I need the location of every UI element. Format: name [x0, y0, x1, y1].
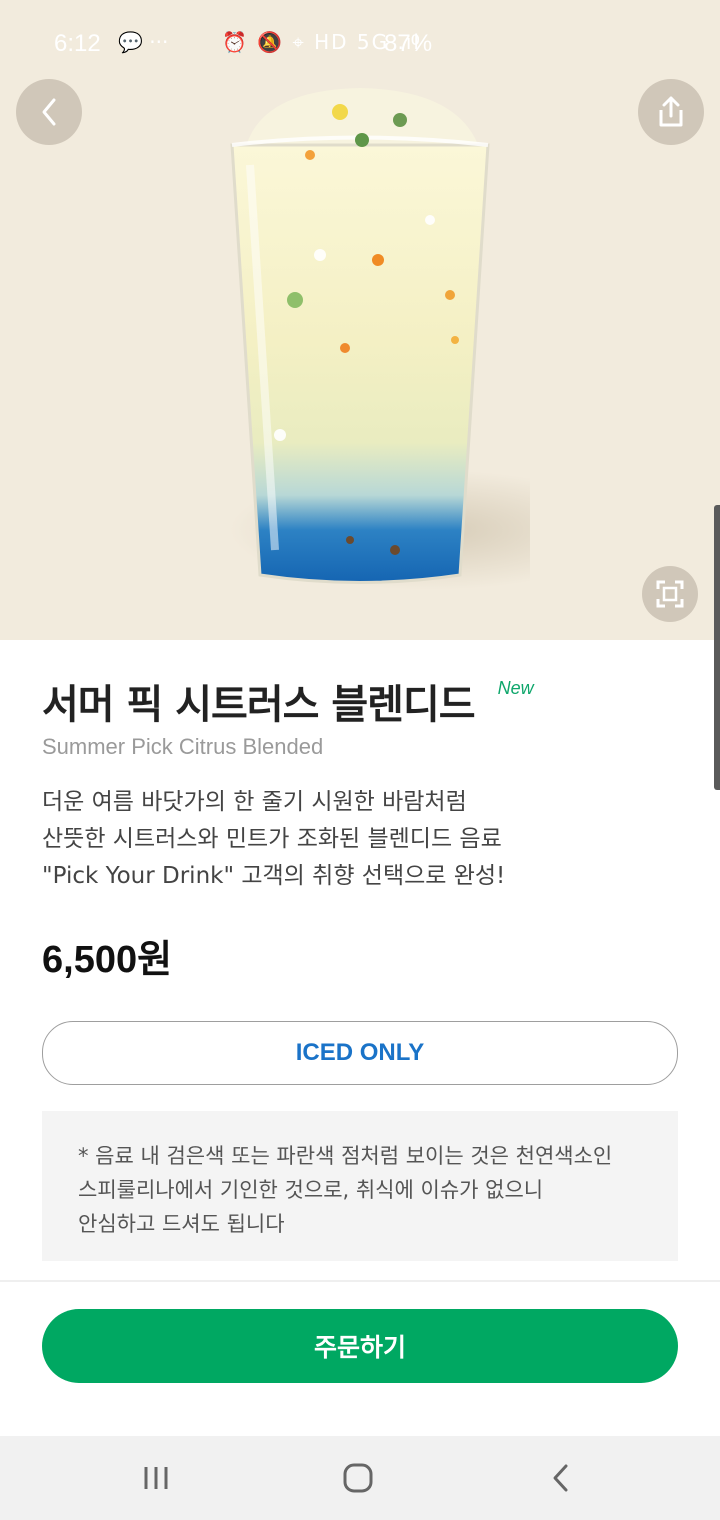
status-time: 6:12 — [54, 30, 101, 57]
product-description: 더운 여름 바닷가의 한 줄기 시원한 바람처럼 산뜻한 시트러스와 민트가 조… — [42, 784, 682, 895]
notice-line: 안심하고 드셔도 됩니다 — [78, 1212, 285, 1236]
product-title-row: 서머 픽 시트러스 블렌디드 New — [42, 672, 682, 730]
notification-icons: 💬 ··· — [118, 30, 169, 54]
recent-apps-icon — [144, 1467, 168, 1489]
home-icon — [343, 1463, 373, 1493]
drink-image — [230, 88, 530, 590]
share-icon — [659, 96, 683, 127]
home-button[interactable] — [338, 1458, 378, 1498]
description-line: 산뜻한 시트러스와 민트가 조화된 블렌디드 음료 — [42, 826, 502, 852]
scroll-indicator — [714, 505, 720, 790]
product-name: 서머 픽 시트러스 블렌디드 — [42, 682, 476, 728]
battery-level: 87% — [384, 30, 433, 57]
description-line: 더운 여름 바닷가의 한 줄기 시원한 바람처럼 — [42, 789, 467, 815]
product-image-area: 6:12 💬 ··· ⏰ 🔕 ⌖ HD 5G .ıl 87% — [0, 0, 720, 640]
new-badge: New — [497, 678, 534, 698]
product-english-name: Summer Pick Citrus Blended — [42, 734, 324, 759]
nav-back-button[interactable] — [540, 1458, 580, 1498]
system-navigation-bar — [0, 1436, 720, 1520]
back-icon — [553, 1464, 568, 1492]
product-price: 6,500원 — [42, 939, 173, 981]
iced-only-option: ICED ONLY — [42, 1021, 678, 1085]
order-button[interactable]: 주문하기 — [42, 1309, 678, 1383]
notice-text: * 음료 내 검은색 또는 파란색 점처럼 보이는 것은 천연색소인 스피룰리나… — [78, 1139, 658, 1241]
chevron-left-icon — [42, 98, 56, 126]
back-button[interactable] — [16, 79, 82, 145]
notice-line: * 음료 내 검은색 또는 파란색 점처럼 보이는 것은 천연색소인 — [78, 1144, 613, 1168]
fullscreen-button[interactable] — [642, 566, 698, 622]
notice-line: 스피룰리나에서 기인한 것으로, 취식에 이슈가 없으니 — [78, 1178, 544, 1202]
recent-apps-button[interactable] — [136, 1458, 176, 1498]
description-line: "Pick Your Drink" 고객의 취향 선택으로 완성! — [42, 863, 506, 889]
notice-box: * 음료 내 검은색 또는 파란색 점처럼 보이는 것은 천연색소인 스피룰리나… — [42, 1111, 678, 1261]
fullscreen-icon — [656, 580, 684, 608]
divider — [0, 1280, 720, 1282]
share-button[interactable] — [638, 79, 704, 145]
